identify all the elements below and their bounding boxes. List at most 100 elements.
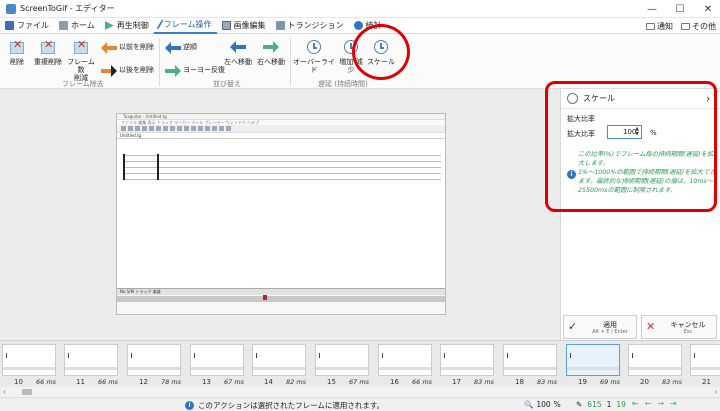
frame-thumbnail [378,344,432,376]
delete-after-button[interactable]: 以後を削除 [100,64,154,77]
tabs-right: 通知 その他 [646,18,716,34]
incdec-button[interactable]: 増加-減少 [336,40,366,74]
yoyo-button[interactable]: ヨーヨー反復 [164,64,225,77]
title-bar: ScreenToGif - エディター — ☐ ✕ [0,0,720,18]
clock-percent-icon [372,40,390,56]
delete-before-button[interactable]: 以前を削除 [100,41,154,54]
frame-thumbnail [2,344,56,376]
override-button[interactable]: オーバーライド [292,40,336,74]
last-frame-icon[interactable]: ⇥ [670,399,677,408]
frame-number: 12 [139,378,148,386]
tab-transitions[interactable]: トランジション [271,18,349,34]
play-icon [104,21,114,30]
frame-item[interactable]: 14 82 ms [250,344,308,386]
arrow-right-orange-icon [100,64,117,77]
app-icon [6,3,16,14]
frame-item[interactable]: 11 66 ms [62,344,120,386]
scroll-thumb[interactable] [22,389,32,395]
image-icon [221,21,231,30]
scroll-left-icon[interactable]: ‹ [3,388,6,396]
scale-button[interactable]: スケール [366,40,396,66]
status-bar: i このアクションは選択されたフレームに適用されます。 🔍 100 % ✎ 61… [0,397,720,411]
move-left-button[interactable]: 左へ移動 [222,40,254,66]
reduce-button[interactable]: フレーム数 削減 [66,40,96,82]
frame-delay: 66 ms [36,378,57,386]
selected-count: 1 [606,400,612,409]
move-left-label: 左へ移動 [224,58,252,66]
frame-number: 19 [578,378,587,386]
apply-shortcut: Alt + E / Enter [592,329,628,335]
frame-thumbnail [252,344,306,376]
tab-frames[interactable]: フレーム操作 [153,18,217,34]
frame-item[interactable]: 15 67 ms [313,344,371,386]
next-frame-icon[interactable]: → [657,399,664,408]
frame-scrollbar[interactable]: ‹ › [0,387,720,397]
cancel-button[interactable]: ✕ キャンセル Esc [641,315,717,339]
first-frame-icon[interactable]: ⇤ [632,399,639,408]
frame-item[interactable]: 13 67 ms [188,344,246,386]
field-label: 拡大比率 [567,130,595,138]
delete-label: 削除 [10,58,24,66]
incdec-label: 増加-減少 [339,58,363,74]
save-icon [5,21,14,30]
scale-input[interactable]: 100 ▲ ▼ [607,125,642,139]
frame-number: 21 [702,378,711,386]
frame-thumbnail [190,344,244,376]
panel-title: スケール [583,94,615,103]
info-icon [353,21,363,30]
tab-label: 再生制御 [116,21,149,30]
reverse-button[interactable]: 逆順 [164,41,197,54]
scroll-right-icon[interactable]: › [714,388,717,396]
frame-strip: 10 66 ms 11 66 ms 12 78 ms 13 67 ms 14 82 ms … [0,340,720,387]
preview-grid-header: No S/M トラック 楽器 [117,289,445,295]
tab-label: ファイル [17,21,49,30]
minimize-icon[interactable]: — [640,0,664,18]
spinner-icon[interactable]: ▲ ▼ [635,127,639,137]
nav-arrows: ⇤ ← → ⇥ [632,399,677,408]
frame-item[interactable]: 16 66 ms [376,344,434,386]
frame-item[interactable]: 12 78 ms [125,344,183,386]
frames-icon: ✎ [576,400,583,409]
other-button[interactable]: その他 [681,21,716,32]
frame-thumbnail [64,344,118,376]
maximize-icon[interactable]: ☐ [668,0,692,18]
transition-icon [275,21,285,30]
prev-frame-icon[interactable]: ← [645,399,652,408]
scale-panel: スケール › 拡大比率 拡大比率 100 ▲ ▼ % この比率(%)でフレーム毎の… [560,89,720,340]
check-icon: ✓ [568,320,578,333]
frame-item[interactable]: 10 66 ms [0,344,58,386]
clock-plus-icon [342,40,360,56]
frame-canvas[interactable]: Tuxguitar - Untitled.tg ファイル 編集 表示 トラック … [0,89,560,340]
tab-image[interactable]: 画像編集 [217,18,271,34]
delete-button[interactable]: 削除 [6,40,28,66]
tab-stats[interactable]: 統計 [349,18,387,34]
current-frame: 19 [616,400,626,409]
frame-number: 13 [202,378,211,386]
dedupe-button[interactable]: 重複削除 [32,40,64,66]
zoom-value[interactable]: 100 [536,400,550,409]
preview-grid-row [117,296,445,302]
reduce-icon [72,40,90,56]
frame-item-selected[interactable]: 19 69 ms [564,344,622,386]
frame-item[interactable]: 17 83 ms [438,344,496,386]
cancel-shortcut: Esc [683,329,693,335]
dedupe-label: 重複削除 [34,58,62,66]
zoom-control[interactable]: 🔍 100 % [524,400,561,409]
group-divider [159,38,160,86]
clock-icon [305,40,323,56]
notify-button[interactable]: 通知 [646,21,673,32]
tab-file[interactable]: ファイル [0,18,54,34]
move-right-button[interactable]: 右へ移動 [255,40,287,66]
close-panel-icon[interactable]: › [706,92,710,105]
frame-item[interactable]: 21 [662,344,720,386]
tab-home[interactable]: ホーム [54,18,100,34]
window-title: ScreenToGif - エディター [20,4,115,13]
scale-label: スケール [367,58,395,66]
frame-delay: 83 ms [474,378,495,386]
tab-playback[interactable]: 再生制御 [100,18,154,34]
close-icon[interactable]: ✕ [696,0,720,18]
frame-item[interactable]: 18 83 ms [501,344,559,386]
preview-toolbar [117,125,445,133]
apply-button[interactable]: ✓ 適用 Alt + E / Enter [563,315,637,339]
frame-delay: 78 ms [161,378,182,386]
